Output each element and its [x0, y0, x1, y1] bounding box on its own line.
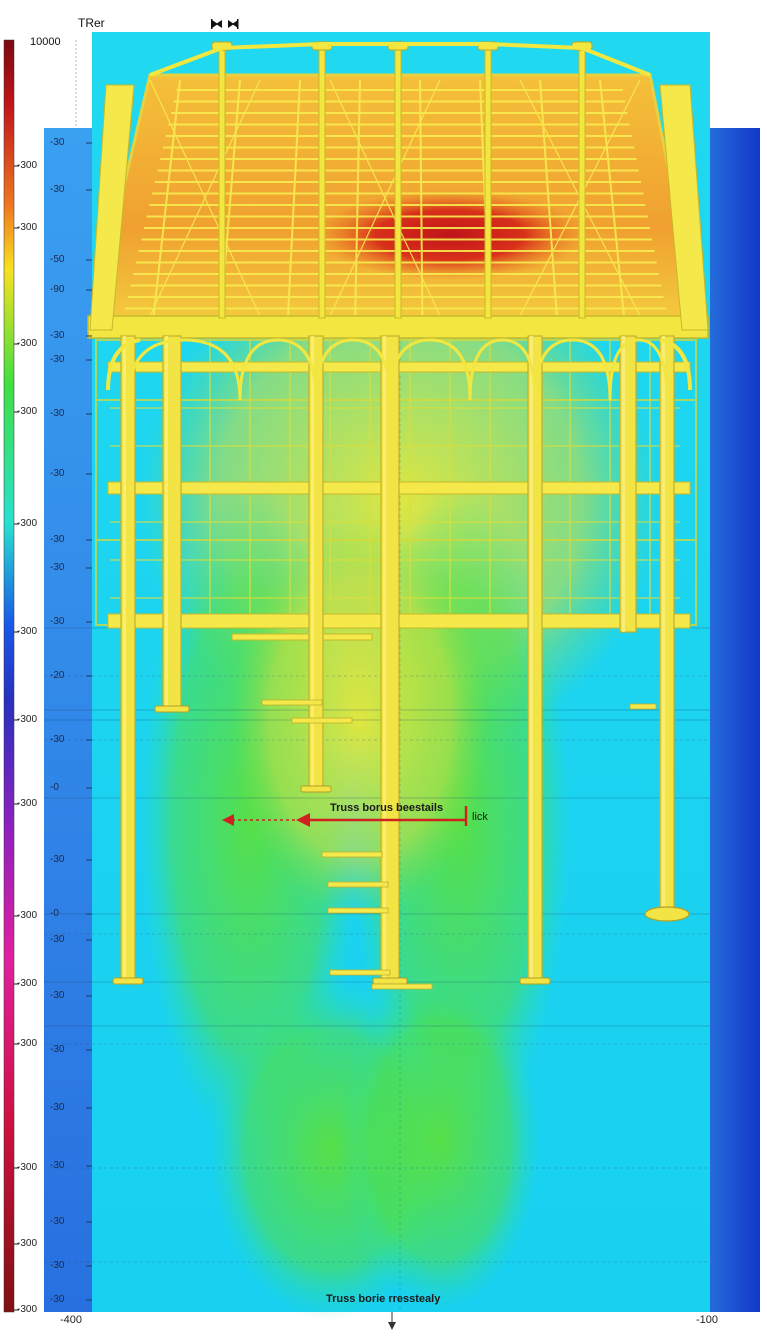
colorbar-tick-label: -300 — [17, 1038, 38, 1049]
scale-tick-label: -30 — [50, 934, 65, 945]
scale-tick-label: -30 — [50, 137, 65, 148]
column-foot — [372, 977, 408, 985]
colorbar — [3, 39, 15, 1313]
ridge-post — [578, 41, 586, 319]
scale-tick-label: -30 — [50, 468, 65, 479]
colorbar-tick-label: -300 — [17, 714, 38, 725]
colorbar-tick-label: -300 — [17, 626, 38, 637]
scale-tick-label: -30 — [50, 354, 65, 365]
callout-tag: lick — [472, 811, 488, 823]
stair-step — [321, 851, 383, 858]
stair-step — [327, 881, 389, 888]
colorbar-top-label: 10000 — [30, 36, 61, 48]
colorbar-tick-label: -300 — [17, 406, 38, 417]
scale-tick-label: -30 — [50, 1294, 65, 1305]
colorbar-tick-label: -300 — [17, 160, 38, 171]
scale-tick-label: -50 — [50, 254, 65, 265]
scale-tick-label: -30 — [50, 734, 65, 745]
callout-text: Truss borus beestails — [330, 802, 444, 814]
colorbar-tick-label: -300 — [17, 222, 38, 233]
stair-step — [327, 907, 389, 914]
column-foot — [519, 977, 551, 985]
colorbar-tick-label: -300 — [17, 798, 38, 809]
base-plate — [644, 906, 690, 922]
scale-tick-label: -30 — [50, 990, 65, 1001]
scale-tick-label: -20 — [50, 670, 65, 681]
scale-tick-label: -30 — [50, 408, 65, 419]
x-axis-right-label: -100 — [696, 1314, 719, 1326]
stair-step — [291, 717, 353, 724]
scale-tick-label: -30 — [50, 854, 65, 865]
scale-tick-label: -0 — [50, 782, 59, 793]
scale-tick-label: -30 — [50, 1160, 65, 1171]
colorbar-tick-label: -300 — [17, 338, 38, 349]
scale-tick-label: -30 — [50, 534, 65, 545]
scale-tick-label: -0 — [50, 908, 59, 919]
column-foot — [112, 977, 144, 985]
colorbar-tick-label: -300 — [17, 978, 38, 989]
stress-contour-plot — [0, 0, 768, 1344]
scale-tick-label: -90 — [50, 284, 65, 295]
colorbar-tick-label: -300 — [17, 1238, 38, 1249]
stair-step — [261, 699, 323, 706]
header-title: TRer — [78, 16, 105, 30]
column-foot — [300, 785, 332, 793]
colorbar-tick-label: -300 — [17, 910, 38, 921]
column-foot — [154, 705, 190, 713]
scale-tick-label: -30 — [50, 330, 65, 341]
scale-tick-label: -30 — [50, 616, 65, 627]
ridge-post — [218, 41, 226, 319]
scale-tick-label: -30 — [50, 184, 65, 195]
colorbar-tick-label: -300 — [17, 1304, 38, 1315]
stair-step — [371, 983, 433, 990]
ridge-post — [394, 41, 402, 319]
stair-step — [329, 969, 391, 976]
scale-tick-label: -30 — [50, 562, 65, 573]
ridge-post — [318, 41, 326, 319]
scale-tick-label: -30 — [50, 1260, 65, 1271]
scale-tick-label: -30 — [50, 1044, 65, 1055]
scale-tick-label: -30 — [50, 1102, 65, 1113]
bottom-caption: Truss borie rresstealy — [326, 1293, 441, 1305]
ridge-post — [484, 41, 492, 319]
colorbar-tick-label: -300 — [17, 518, 38, 529]
scale-tick-label: -30 — [50, 1216, 65, 1227]
colorbar-tick-label: -300 — [17, 1162, 38, 1173]
x-axis-left-label: -400 — [60, 1314, 83, 1326]
